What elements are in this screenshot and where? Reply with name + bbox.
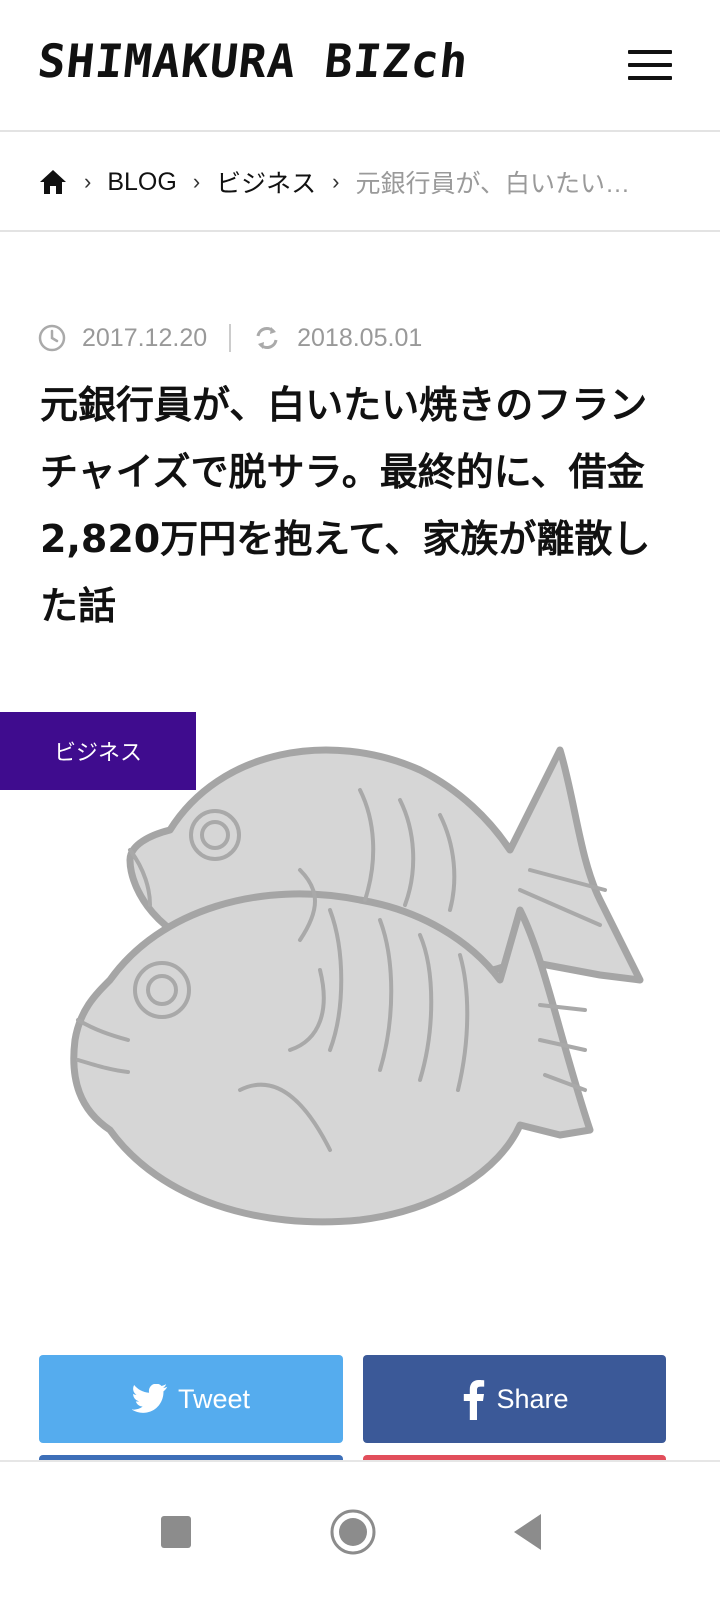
article-title: 元銀行員が、白いたい焼きのフランチャイズで脱サラ。最終的に、借金2,820万円を…: [40, 372, 680, 640]
clock-icon: [38, 324, 66, 352]
site-header: SHIMAKURA BIZch: [0, 0, 720, 132]
square-icon: [161, 1516, 191, 1548]
hamburger-menu-icon[interactable]: [628, 50, 674, 86]
breadcrumb-blog-link[interactable]: BLOG: [107, 168, 176, 197]
chevron-right-icon: ›: [332, 169, 340, 194]
twitter-icon: [131, 1384, 168, 1413]
site-logo[interactable]: SHIMAKURA BIZch: [35, 34, 471, 94]
refresh-icon: [256, 327, 278, 349]
android-navigation-bar: [0, 1460, 720, 1600]
recent-apps-button[interactable]: [136, 1492, 216, 1572]
chevron-right-icon: ›: [84, 169, 92, 194]
home-button[interactable]: [313, 1492, 393, 1572]
title-text-1: 元銀行員が、白いたい焼きのフランチャイズで脱サラ。最終的に、借金: [40, 383, 648, 494]
tweet-label: Tweet: [177, 1383, 251, 1414]
facebook-icon: [464, 1380, 485, 1420]
taiyaki-illustration: [70, 746, 644, 1226]
title-amount: 2,820: [40, 517, 161, 561]
updated-date: 2018.05.01: [297, 323, 423, 352]
breadcrumb-business-link[interactable]: ビジネス: [216, 164, 316, 200]
site-logo-text[interactable]: SHIMAKURA BIZch: [35, 34, 471, 88]
share-label: Share: [496, 1383, 569, 1414]
back-triangle-icon: [514, 1514, 541, 1550]
meta-divider: [229, 324, 232, 352]
post-meta: 2017.12.20 2018.05.01: [38, 318, 422, 358]
tweet-button[interactable]: Tweet: [39, 1355, 343, 1443]
category-badge[interactable]: ビジネス: [0, 712, 196, 790]
published-date: 2017.12.20: [82, 323, 208, 352]
facebook-share-button[interactable]: Share: [363, 1355, 666, 1443]
back-button[interactable]: [488, 1492, 568, 1572]
home-icon[interactable]: [38, 167, 68, 197]
chevron-right-icon: ›: [192, 169, 201, 194]
breadcrumb: › BLOG › ビジネス › 元銀行員が、白いたい焼…: [0, 134, 720, 232]
circle-home-icon: [330, 1509, 376, 1555]
breadcrumb-current: 元銀行員が、白いたい焼…: [355, 170, 646, 198]
